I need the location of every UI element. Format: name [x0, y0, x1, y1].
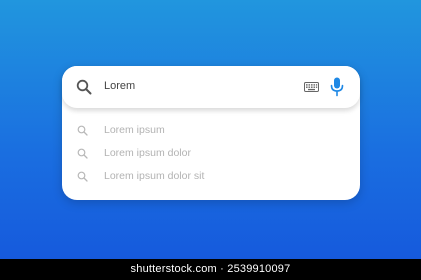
suggestion-item[interactable]: Lorem ipsum dolor sit [62, 166, 360, 188]
watermark-text: shutterstock.com · 2539910097 [130, 263, 291, 275]
suggestion-label: Lorem ipsum [104, 124, 165, 136]
suggestion-label: Lorem ipsum dolor [104, 147, 191, 159]
search-icon [77, 148, 88, 159]
search-input[interactable]: Lorem [104, 80, 135, 92]
suggestion-label: Lorem ipsum dolor sit [104, 170, 205, 182]
watermark-bar: shutterstock.com · 2539910097 [0, 259, 421, 280]
search-icon [77, 171, 88, 182]
search-icon [77, 125, 88, 136]
search-bar[interactable]: Lorem [62, 66, 360, 108]
keyboard-icon[interactable] [304, 82, 319, 92]
search-icon [76, 79, 92, 95]
microphone-icon[interactable] [330, 77, 344, 97]
suggestion-item[interactable]: Lorem ipsum [62, 120, 360, 142]
suggestion-item[interactable]: Lorem ipsum dolor [62, 143, 360, 165]
search-dropdown-card: Lorem Lorem ipsum Lorem ipsum dolor Lore… [62, 66, 360, 200]
